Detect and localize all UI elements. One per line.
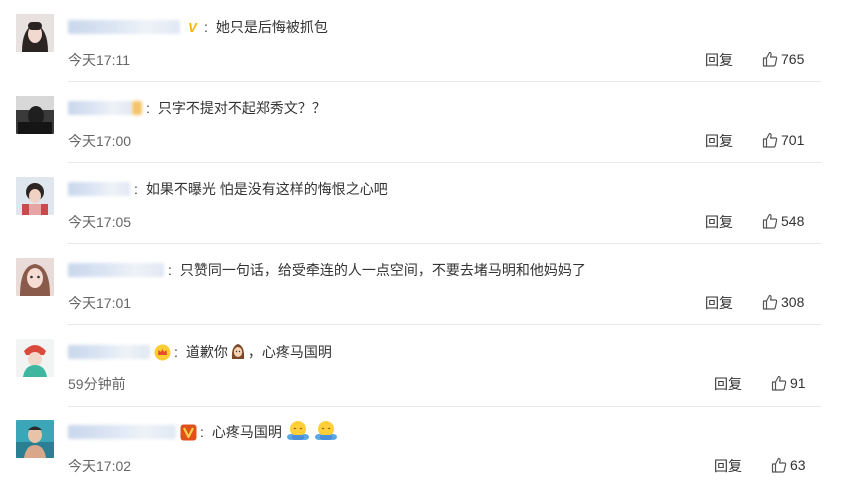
like-count: 701 xyxy=(781,132,805,148)
comment-header: : 如果不曝光 怕是没有这样的悔恨之心吧 xyxy=(68,178,388,200)
like-count: 63 xyxy=(790,457,806,473)
colon: : xyxy=(134,181,138,197)
hug-emoji-icon xyxy=(286,420,310,445)
thumbs-up-icon xyxy=(771,375,787,391)
username[interactable] xyxy=(68,182,130,196)
colon: : xyxy=(200,424,204,440)
comment-time: 59分钟前 xyxy=(68,376,126,392)
like-button[interactable]: 765 xyxy=(762,51,804,67)
divider xyxy=(68,324,821,325)
comment-header: : 道歉你 ，心疼马国明 xyxy=(68,341,332,363)
like-button[interactable]: 548 xyxy=(762,213,804,229)
comment-text: 只字不提对不起郑秀文？？ xyxy=(157,100,326,116)
thumbs-up-icon xyxy=(771,457,787,473)
reply-button[interactable]: 回复 xyxy=(705,212,733,232)
username[interactable] xyxy=(68,425,176,439)
thumbs-up-icon xyxy=(762,51,778,67)
divider xyxy=(68,162,821,163)
comment-header: : 心疼马国明 xyxy=(68,420,338,445)
username[interactable] xyxy=(68,20,180,34)
like-button[interactable]: 308 xyxy=(762,294,804,310)
colon: : xyxy=(204,19,208,35)
face-emoji-icon xyxy=(229,342,247,363)
reply-button[interactable]: 回复 xyxy=(705,131,733,151)
like-count: 91 xyxy=(790,375,806,391)
comment-time: 今天17:02 xyxy=(68,458,132,474)
vip-badge-icon: V xyxy=(188,19,197,35)
comment-text: 心疼马国明 xyxy=(211,424,282,440)
reply-button[interactable]: 回复 xyxy=(705,293,733,313)
comment-text-part2: ，心疼马国明 xyxy=(247,344,332,360)
reply-button[interactable]: 回复 xyxy=(705,50,733,70)
comment-time: 今天17:05 xyxy=(68,214,132,230)
crown-badge-icon xyxy=(154,344,171,361)
thumbs-up-icon xyxy=(762,132,778,148)
avatar[interactable] xyxy=(16,14,54,52)
avatar[interactable] xyxy=(16,420,54,458)
comment-text-part1: 道歉你 xyxy=(185,344,228,360)
vip-badge-icon xyxy=(180,424,197,441)
comment-time: 今天17:00 xyxy=(68,133,132,149)
comment-text: 只赞同一句话，给受牵连的人一点空间，不要去堵马明和他妈妈了 xyxy=(179,262,586,278)
username[interactable] xyxy=(68,345,150,359)
comment-header: : 只字不提对不起郑秀文？？ xyxy=(68,97,326,119)
comment-time: 今天17:01 xyxy=(68,295,132,311)
thumbs-up-icon xyxy=(762,213,778,229)
colon: : xyxy=(174,344,178,360)
avatar[interactable] xyxy=(16,339,54,377)
avatar[interactable] xyxy=(16,96,54,134)
hug-emoji-icon xyxy=(314,420,338,445)
comment-time: 今天17:11 xyxy=(68,52,130,68)
colon: : xyxy=(146,100,150,116)
like-button[interactable]: 91 xyxy=(771,375,806,391)
divider xyxy=(68,81,821,82)
username[interactable] xyxy=(68,263,164,277)
like-button[interactable]: 63 xyxy=(771,457,806,473)
like-button[interactable]: 701 xyxy=(762,132,804,148)
avatar[interactable] xyxy=(16,258,54,296)
username[interactable] xyxy=(68,101,132,115)
avatar[interactable] xyxy=(16,177,54,215)
reply-button[interactable]: 回复 xyxy=(714,374,742,394)
like-count: 308 xyxy=(781,294,805,310)
divider xyxy=(68,406,821,407)
username-badge-blur xyxy=(132,101,142,115)
divider xyxy=(68,243,821,244)
like-count: 548 xyxy=(781,213,805,229)
comment-header: : 只赞同一句话，给受牵连的人一点空间，不要去堵马明和他妈妈了 xyxy=(68,259,586,281)
comment-text: 她只是后悔被抓包 xyxy=(215,19,328,35)
like-count: 765 xyxy=(781,51,805,67)
thumbs-up-icon xyxy=(762,294,778,310)
colon: : xyxy=(168,262,172,278)
comment-text: 如果不曝光 怕是没有这样的悔恨之心吧 xyxy=(145,181,388,197)
reply-button[interactable]: 回复 xyxy=(714,456,742,476)
comment-header: V : 她只是后悔被抓包 xyxy=(68,16,328,38)
